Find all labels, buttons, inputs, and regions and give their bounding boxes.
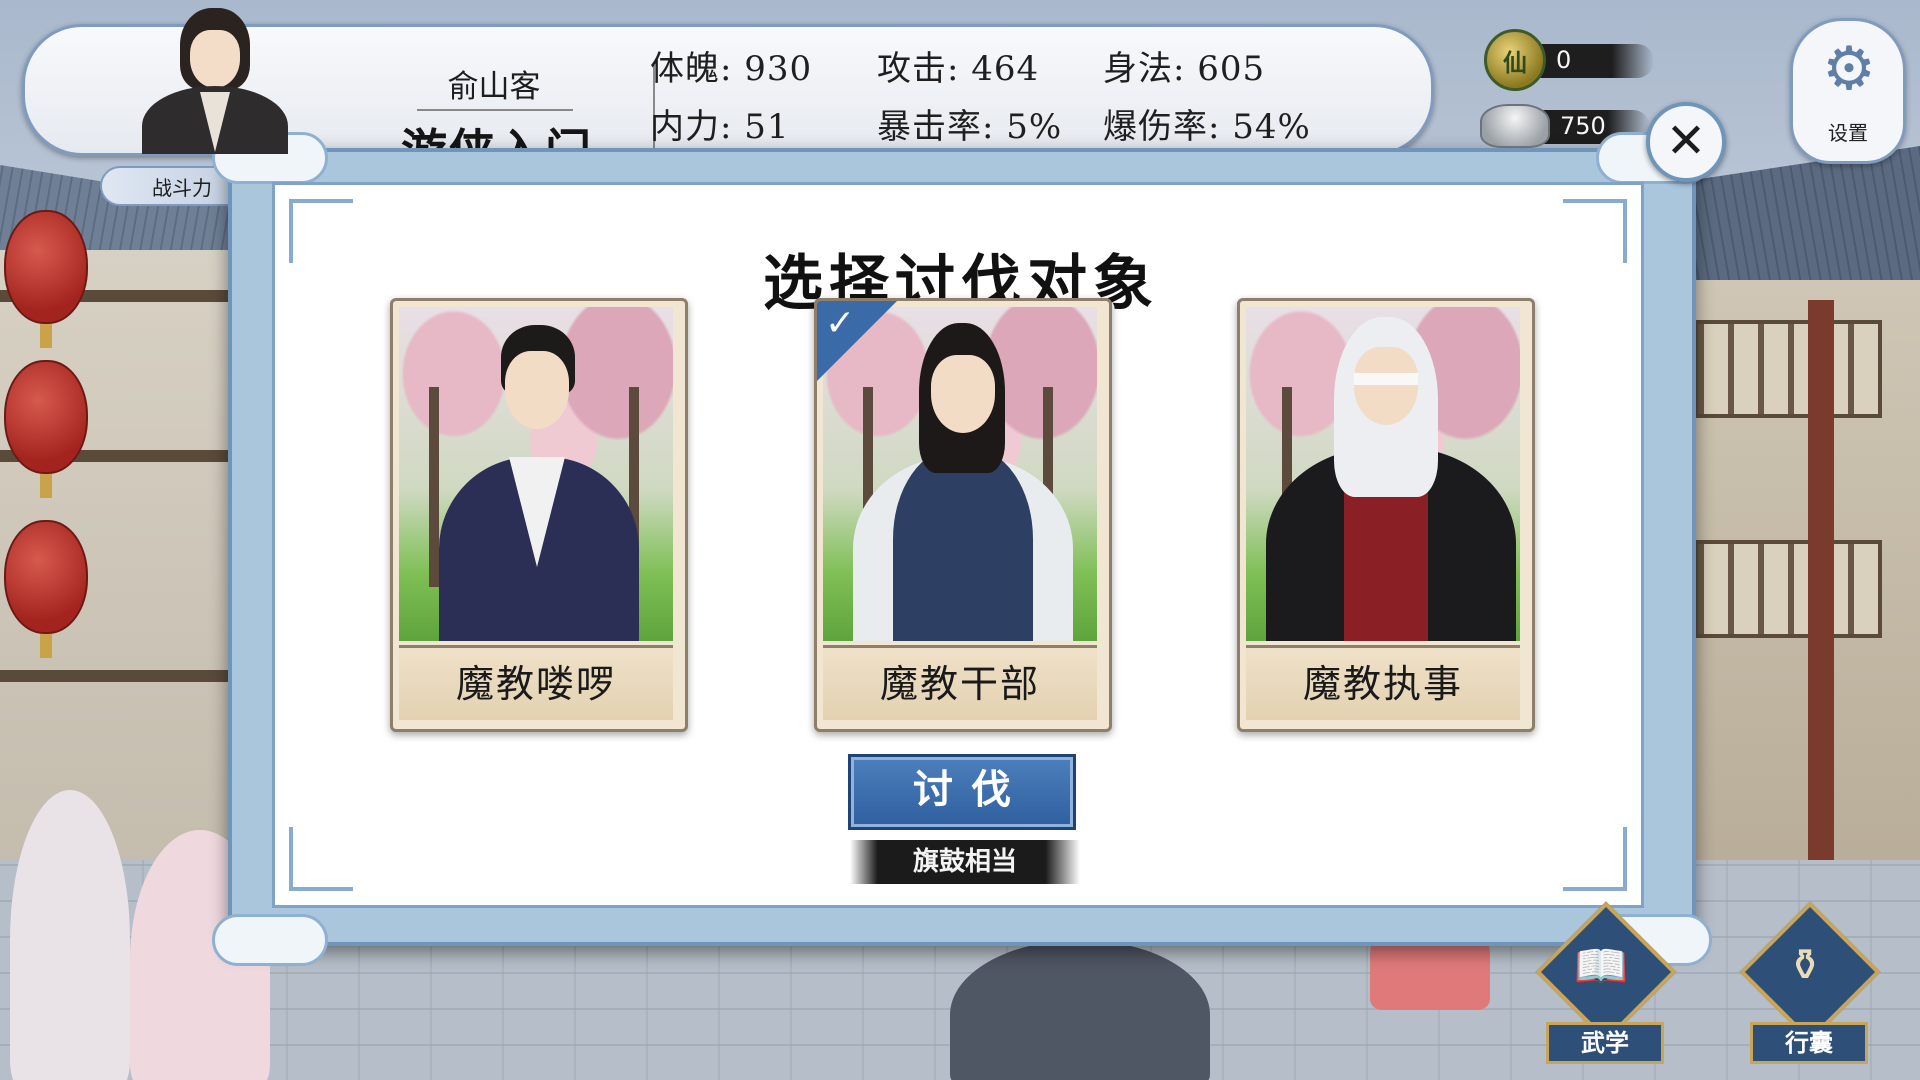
nav-bag[interactable]: ⚱ 行囊 (1739, 901, 1881, 1064)
coin-amount: 0 (1556, 46, 1572, 74)
book-sword-icon: 📖 (1573, 941, 1629, 992)
silver-ingot-icon (1480, 104, 1550, 148)
stat-agility: 身法: 605 (1103, 49, 1266, 89)
coin-currency[interactable]: 仙 0 (1484, 29, 1654, 91)
gear-icon: ⚙ (1822, 34, 1876, 104)
close-icon: ✕ (1665, 113, 1707, 169)
coin-icon: 仙 (1484, 29, 1546, 91)
villager (10, 790, 130, 1080)
nav-label: 行囊 (1750, 1022, 1868, 1064)
checkmark-icon: ✓ (825, 303, 856, 344)
target-portrait (823, 307, 1097, 641)
nav-label: 武学 (1546, 1022, 1664, 1064)
divider (417, 109, 573, 111)
target-portrait (1246, 307, 1520, 641)
nav-martial-arts[interactable]: 📖 武学 (1535, 901, 1677, 1064)
silver-currency[interactable]: 750 (1480, 104, 1650, 148)
target-label: 魔教干部 (823, 645, 1097, 720)
close-button[interactable]: ✕ (1646, 102, 1726, 182)
lantern (4, 210, 88, 348)
difficulty-hint: 旗鼓相当 (850, 840, 1080, 884)
villager (950, 940, 1210, 1080)
lantern (4, 360, 88, 498)
attack-button[interactable]: 讨伐 (848, 754, 1076, 830)
gourd-icon: ⚱ (1786, 940, 1824, 991)
target-label: 魔教喽啰 (399, 645, 673, 720)
target-portrait (399, 307, 673, 641)
stat-crit-rate: 暴击率: 5% (877, 107, 1063, 147)
target-label: 魔教执事 (1246, 645, 1520, 720)
stat-crit-damage: 爆伤率: 54% (1103, 107, 1311, 147)
hero-avatar[interactable] (128, 4, 298, 154)
target-card-steward[interactable]: 魔教执事 (1237, 298, 1535, 732)
settings-button[interactable]: ⚙ 设置 (1790, 18, 1906, 164)
stat-inner-force: 内力: 51 (650, 107, 790, 147)
settings-label: 设置 (1828, 121, 1868, 145)
hero-name: 俞山客 (447, 69, 541, 105)
target-card-minion[interactable]: 魔教喽啰 (390, 298, 688, 732)
target-card-officer[interactable]: ✓ 魔教干部 (814, 298, 1112, 732)
pillar (1808, 300, 1834, 900)
silver-amount: 750 (1560, 112, 1606, 140)
cloud-ornament (212, 914, 328, 966)
stat-attack: 攻击: 464 (877, 49, 1040, 89)
stat-constitution: 体魄: 930 (650, 49, 813, 89)
lantern (4, 520, 88, 658)
